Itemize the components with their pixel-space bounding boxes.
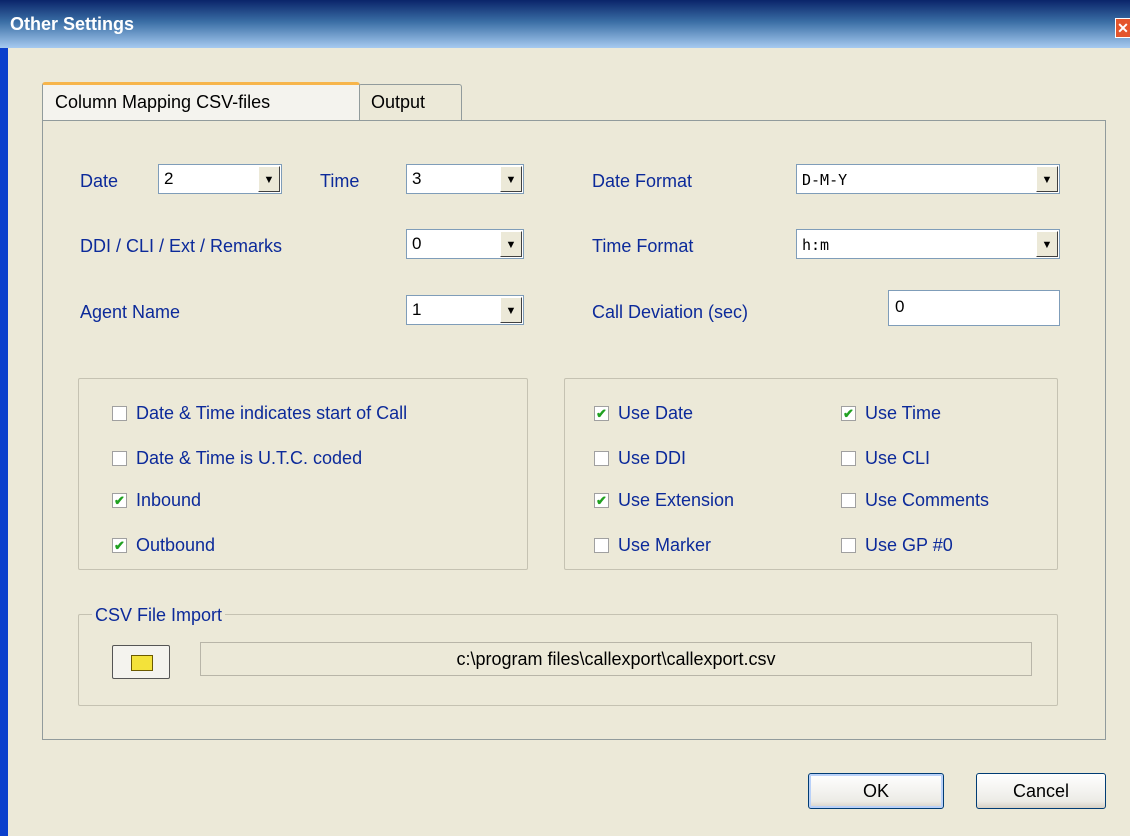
chevron-down-icon[interactable]: ▼ [500,231,522,257]
call-deviation-value: 0 [895,297,905,316]
checkbox-label: Use DDI [618,448,687,468]
call-deviation-input[interactable]: 0 [888,290,1060,326]
checkbox-box[interactable] [841,451,856,466]
checkbox-box[interactable] [594,538,609,553]
checkbox-outbound[interactable]: ✔ Outbound [112,535,215,556]
chevron-down-icon[interactable]: ▼ [500,166,522,192]
check-icon[interactable]: ✔ [594,406,609,421]
browse-button[interactable] [112,645,170,679]
checkbox-box[interactable] [594,451,609,466]
checkbox-label: Date & Time is U.T.C. coded [136,448,363,468]
check-icon[interactable]: ✔ [594,493,609,508]
checkbox-label: Use Comments [865,490,990,510]
time-format-label: Time Format [592,236,694,256]
checkbox-label: Date & Time indicates start of Call [136,403,408,423]
checkbox-box[interactable] [112,406,127,421]
checkbox-label: Use Extension [618,490,735,510]
checkbox-use-cli[interactable]: Use CLI [841,448,930,469]
time-label: Time [320,171,360,191]
check-icon[interactable]: ✔ [112,538,127,553]
tab-label: Output [371,92,426,112]
checkbox-use-date[interactable]: ✔ Use Date [594,403,693,424]
time-column-select[interactable]: 3 ▼ [406,164,524,194]
checkbox-use-gp0[interactable]: Use GP #0 [841,535,953,556]
checkbox-label: Outbound [136,535,216,555]
agent-name-column-select[interactable]: 1 ▼ [406,295,524,325]
checkbox-box[interactable] [112,451,127,466]
chevron-down-icon[interactable]: ▼ [500,297,522,323]
checkbox-box[interactable] [841,538,856,553]
date-label: Date [80,171,119,191]
date-column-value: 2 [164,169,174,188]
window-frame [0,0,8,836]
window-title: Other Settings [10,14,135,34]
agent-name-label: Agent Name [80,302,181,322]
tab-column-mapping[interactable]: Column Mapping CSV-files [42,82,360,120]
check-icon[interactable]: ✔ [112,493,127,508]
agent-name-column-value: 1 [412,300,422,319]
checkbox-use-time[interactable]: ✔ Use Time [841,403,941,424]
checkbox-box[interactable] [841,493,856,508]
checkbox-utc-coded[interactable]: Date & Time is U.T.C. coded [112,448,362,469]
date-column-select[interactable]: 2 ▼ [158,164,282,194]
date-format-label: Date Format [592,171,693,191]
check-icon[interactable]: ✔ [841,406,856,421]
date-format-value: D-M-Y [802,171,848,189]
checkbox-label: Use Time [865,403,942,423]
ddi-column-value: 0 [412,234,422,253]
chevron-down-icon[interactable]: ▼ [1036,166,1058,192]
csv-file-path: c:\program files\callexport\callexport.c… [200,642,1032,676]
ddi-label: DDI / CLI / Ext / Remarks [80,236,283,256]
checkbox-inbound[interactable]: ✔ Inbound [112,490,201,511]
close-icon[interactable]: ✕ [1115,18,1130,38]
time-format-select[interactable]: h:m ▼ [796,229,1060,259]
date-format-select[interactable]: D-M-Y ▼ [796,164,1060,194]
checkbox-label: Use CLI [865,448,931,468]
checkbox-use-ddi[interactable]: Use DDI [594,448,686,469]
title-bar[interactable]: Other Settings ✕ [0,0,1130,48]
time-format-value: h:m [802,236,830,254]
checkbox-label: Use Marker [618,535,712,555]
csv-import-legend: CSV File Import [92,605,226,626]
tab-label: Column Mapping CSV-files [55,92,271,112]
checkbox-label: Inbound [136,490,202,510]
cancel-button[interactable]: Cancel [976,773,1106,809]
call-deviation-label: Call Deviation (sec) [592,302,749,322]
tab-output[interactable]: Output [358,84,462,120]
checkbox-use-comments[interactable]: Use Comments [841,490,989,511]
checkbox-start-of-call[interactable]: Date & Time indicates start of Call [112,403,407,424]
checkbox-use-marker[interactable]: Use Marker [594,535,711,556]
time-column-value: 3 [412,169,422,188]
checkbox-label: Use GP #0 [865,535,953,555]
ok-button[interactable]: OK [808,773,944,809]
checkbox-label: Use Date [618,403,694,423]
ddi-column-select[interactable]: 0 ▼ [406,229,524,259]
checkbox-use-extension[interactable]: ✔ Use Extension [594,490,734,511]
folder-icon [131,655,153,671]
chevron-down-icon[interactable]: ▼ [258,166,280,192]
chevron-down-icon[interactable]: ▼ [1036,231,1058,257]
